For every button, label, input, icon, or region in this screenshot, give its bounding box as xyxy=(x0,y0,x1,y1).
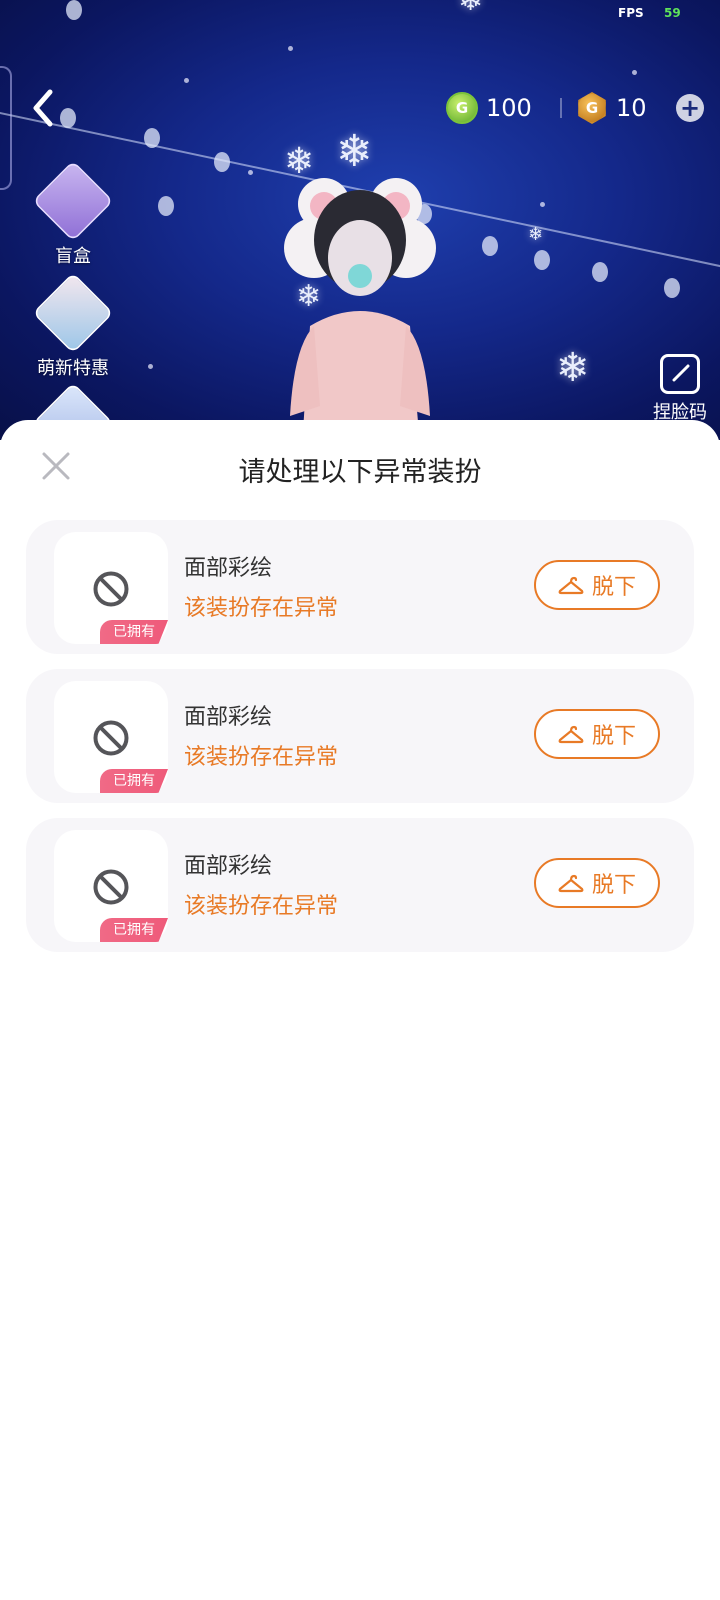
ban-icon xyxy=(93,720,129,756)
take-off-button[interactable]: 脱下 xyxy=(534,858,660,908)
edit-face-icon xyxy=(660,354,700,394)
g-coin-green-icon: G xyxy=(446,92,478,124)
sidebar-item-blind-box[interactable]: 盲盒 xyxy=(30,160,116,268)
snowflake: ❄ xyxy=(336,126,373,177)
owned-badge: 已拥有 xyxy=(100,620,168,644)
outfit-thumbnail: 已拥有 xyxy=(54,681,168,793)
outfit-name: 面部彩绘 xyxy=(184,705,273,730)
outfit-item: 已拥有 面部彩绘 该装扮存在异常 脱下 xyxy=(26,818,694,952)
outfit-status: 该装扮存在异常 xyxy=(184,894,339,919)
currency-green: G 100 xyxy=(446,92,532,124)
light-bulb xyxy=(214,152,230,172)
avatar-character xyxy=(284,178,436,440)
snowflake: ❄ xyxy=(556,345,590,391)
sidebar-item-newbie-deal[interactable]: 萌新特惠 xyxy=(30,272,116,380)
currency-gold-value: 10 xyxy=(616,94,647,122)
owned-badge: 已拥有 xyxy=(100,918,168,942)
snow-dot xyxy=(632,70,637,75)
light-bulb xyxy=(592,262,608,282)
outfit-name: 面部彩绘 xyxy=(184,854,273,879)
take-off-button[interactable]: 脱下 xyxy=(534,709,660,759)
outfit-thumbnail: 已拥有 xyxy=(54,830,168,942)
currency-green-value: 100 xyxy=(486,94,532,122)
light-bulb xyxy=(664,278,680,298)
add-currency-button[interactable]: + xyxy=(676,94,704,122)
snowflake: ❄ xyxy=(458,0,484,18)
snowflake: ❄ xyxy=(528,224,544,245)
pinch-face-code-button[interactable]: 捏脸码 xyxy=(640,354,720,424)
light-bulb xyxy=(534,250,550,270)
fps-value: 59 xyxy=(664,6,681,20)
outfit-item: 已拥有 面部彩绘 该装扮存在异常 脱下 xyxy=(26,520,694,654)
light-bulb xyxy=(66,0,82,20)
sheet-title: 请处理以下异常装扮 xyxy=(238,457,482,488)
outfit-item: 已拥有 面部彩绘 该装扮存在异常 脱下 xyxy=(26,669,694,803)
hanger-icon xyxy=(558,725,584,744)
hanger-icon xyxy=(558,576,584,595)
currency-gold: G 10 xyxy=(576,92,647,124)
g-coin-gold-icon: G xyxy=(578,92,606,124)
light-bulb xyxy=(158,196,174,216)
snow-dot xyxy=(248,170,253,175)
ban-icon xyxy=(93,571,129,607)
sidebar-item-label: 盲盒 xyxy=(55,246,91,267)
take-off-button[interactable]: 脱下 xyxy=(534,560,660,610)
abnormal-outfit-sheet: 请处理以下异常装扮 已拥有 面部彩绘 该装扮存在异常 脱下 已拥有 面部彩绘 该… xyxy=(0,420,720,1600)
take-off-label: 脱下 xyxy=(591,575,636,600)
hanger-icon xyxy=(558,874,584,893)
outfit-status: 该装扮存在异常 xyxy=(184,596,339,621)
light-bulb xyxy=(482,236,498,256)
ban-icon xyxy=(93,869,129,905)
game-scene: ❄ ❄ ❄ ❄ ❄ ❄ FPS 59 G 100 G 10 + 盲盒 萌新特惠 xyxy=(0,0,720,440)
outfit-thumbnail: 已拥有 xyxy=(54,532,168,644)
outfit-status: 该装扮存在异常 xyxy=(184,745,339,770)
newbie-deal-icon xyxy=(32,272,114,354)
snow-dot xyxy=(148,364,153,369)
outfit-name: 面部彩绘 xyxy=(184,556,273,581)
owned-badge: 已拥有 xyxy=(100,769,168,793)
currency-divider xyxy=(560,98,562,118)
snow-dot xyxy=(540,202,545,207)
side-panel-frame xyxy=(0,66,12,190)
snow-dot xyxy=(288,46,293,51)
light-bulb xyxy=(144,128,160,148)
back-arrow-icon[interactable] xyxy=(26,86,66,130)
snow-dot xyxy=(184,78,189,83)
take-off-label: 脱下 xyxy=(591,873,636,898)
sidebar-item-label: 萌新特惠 xyxy=(37,358,109,379)
gift-box-icon xyxy=(32,160,114,242)
fps-label: FPS xyxy=(618,6,644,20)
take-off-label: 脱下 xyxy=(591,724,636,749)
snowflake: ❄ xyxy=(284,141,315,182)
